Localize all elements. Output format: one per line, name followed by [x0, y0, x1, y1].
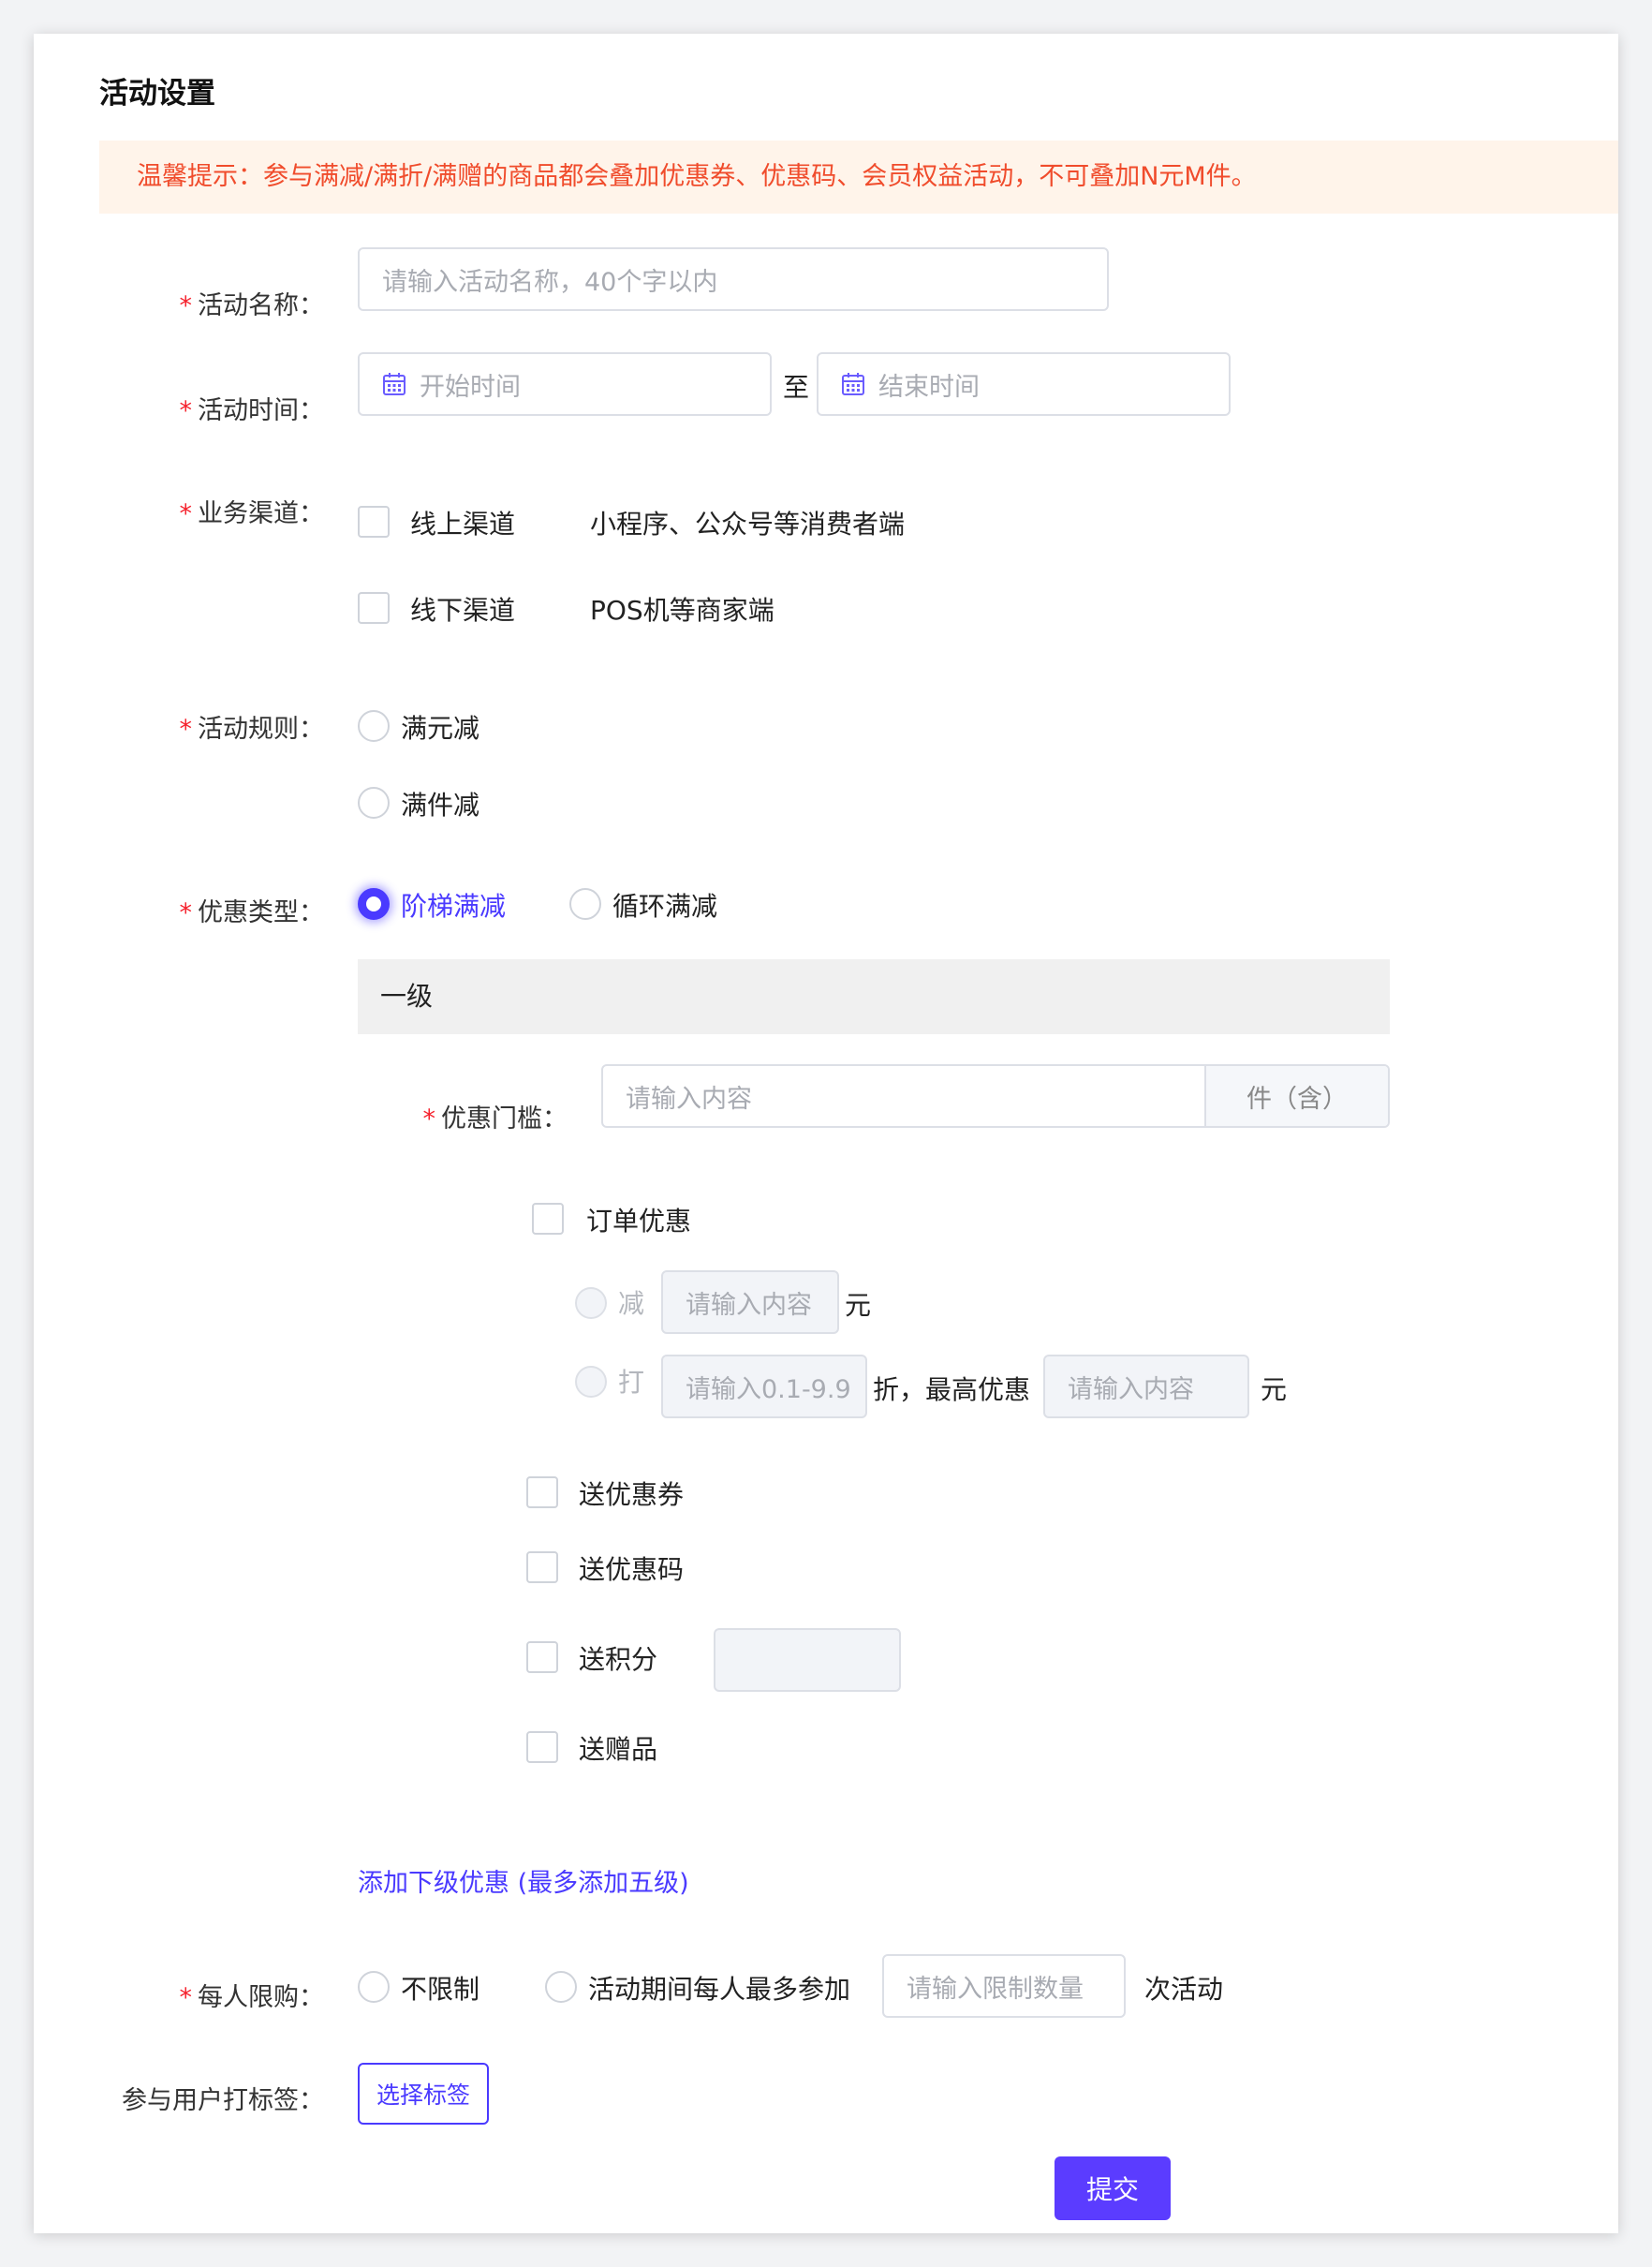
- submit-button[interactable]: 提交: [1055, 2156, 1171, 2220]
- gift-code-checkbox[interactable]: [526, 1551, 558, 1583]
- calendar-icon: [383, 373, 406, 395]
- reduce-radio[interactable]: [575, 1287, 607, 1319]
- limit-suffix: 次活动: [1144, 1974, 1224, 2005]
- reduce-label: 减: [618, 1288, 645, 1319]
- calendar-icon: [842, 373, 864, 395]
- limit-count-input[interactable]: 请输入限制数量: [882, 1954, 1126, 2018]
- rule-option-amount: 满元减: [401, 713, 480, 744]
- offline-channel-checkbox[interactable]: [358, 592, 390, 624]
- gift-coupon-label: 送优惠券: [579, 1479, 685, 1510]
- tag-label: 参与用户打标签：: [122, 2086, 324, 2115]
- limit-radio-unlimited[interactable]: [358, 1971, 390, 2003]
- limit-option-max: 活动期间每人最多参加: [588, 1974, 851, 2005]
- threshold-input[interactable]: 请输入内容 件（含）: [601, 1064, 1390, 1128]
- online-channel-name: 线上渠道: [410, 509, 516, 540]
- gift-points-input[interactable]: [714, 1628, 901, 1692]
- discount-type-option-loop: 循环满减: [612, 891, 718, 922]
- discount-type-radio-tiered[interactable]: [358, 888, 390, 920]
- level-header: 一级: [358, 959, 1390, 1034]
- rule-radio-quantity[interactable]: [358, 787, 390, 819]
- rate-label: 打: [618, 1367, 645, 1398]
- gift-code-label: 送优惠码: [579, 1554, 685, 1585]
- channel-label: * 业务渠道：: [179, 499, 325, 528]
- rate-input[interactable]: 请输入0.1-9.9: [661, 1355, 867, 1418]
- limit-radio-max[interactable]: [545, 1971, 577, 2003]
- limit-option-unlimited: 不限制: [401, 1974, 480, 2005]
- discount-type-label: * 优惠类型：: [179, 898, 325, 927]
- online-channel-desc: 小程序、公众号等消费者端: [590, 509, 906, 540]
- max-discount-input[interactable]: 请输入内容: [1043, 1355, 1249, 1418]
- discount-type-radio-loop[interactable]: [569, 888, 601, 920]
- gift-present-checkbox[interactable]: [526, 1731, 558, 1763]
- order-discount-checkbox[interactable]: [532, 1203, 564, 1235]
- discount-type-option-tiered: 阶梯满减: [401, 891, 507, 922]
- max-discount-unit: 元: [1261, 1374, 1288, 1405]
- threshold-label: * 优惠门槛：: [422, 1104, 568, 1134]
- activity-name-input[interactable]: 请输入活动名称，40个字以内: [358, 247, 1109, 311]
- rule-label: * 活动规则：: [179, 715, 325, 744]
- reduce-amount-input[interactable]: 请输入内容: [661, 1270, 839, 1334]
- order-discount-label: 订单优惠: [586, 1206, 692, 1237]
- rule-radio-amount[interactable]: [358, 710, 390, 742]
- rate-unit: 折，最高优惠: [873, 1374, 1031, 1405]
- page-title: 活动设置: [99, 77, 215, 111]
- online-channel-checkbox[interactable]: [358, 506, 390, 538]
- tip-banner: 温馨提示：参与满减/满折/满赠的商品都会叠加优惠券、优惠码、会员权益活动，不可叠…: [99, 141, 1618, 214]
- gift-points-checkbox[interactable]: [526, 1641, 558, 1673]
- limit-label: * 每人限购：: [179, 1983, 325, 2012]
- start-time-input[interactable]: 开始时间: [358, 352, 772, 416]
- time-separator: 至: [783, 372, 810, 403]
- activity-time-label: * 活动时间：: [179, 396, 325, 425]
- gift-coupon-checkbox[interactable]: [526, 1476, 558, 1508]
- rate-radio[interactable]: [575, 1366, 607, 1398]
- reduce-unit: 元: [845, 1290, 872, 1321]
- gift-points-label: 送积分: [579, 1644, 658, 1675]
- offline-channel-desc: POS机等商家端: [590, 595, 774, 626]
- offline-channel-name: 线下渠道: [410, 595, 516, 626]
- rule-option-quantity: 满件减: [401, 790, 480, 821]
- add-level-link[interactable]: 添加下级优惠 (最多添加五级): [358, 1862, 689, 1899]
- required-mark: *: [179, 291, 193, 320]
- end-time-input[interactable]: 结束时间: [817, 352, 1231, 416]
- settings-card: 活动设置 温馨提示：参与满减/满折/满赠的商品都会叠加优惠券、优惠码、会员权益活…: [34, 34, 1618, 2233]
- threshold-unit: 件（含）: [1204, 1066, 1388, 1126]
- gift-present-label: 送赠品: [579, 1734, 658, 1765]
- activity-name-label: * 活动名称：: [179, 291, 325, 320]
- select-tag-button[interactable]: 选择标签: [358, 2063, 489, 2125]
